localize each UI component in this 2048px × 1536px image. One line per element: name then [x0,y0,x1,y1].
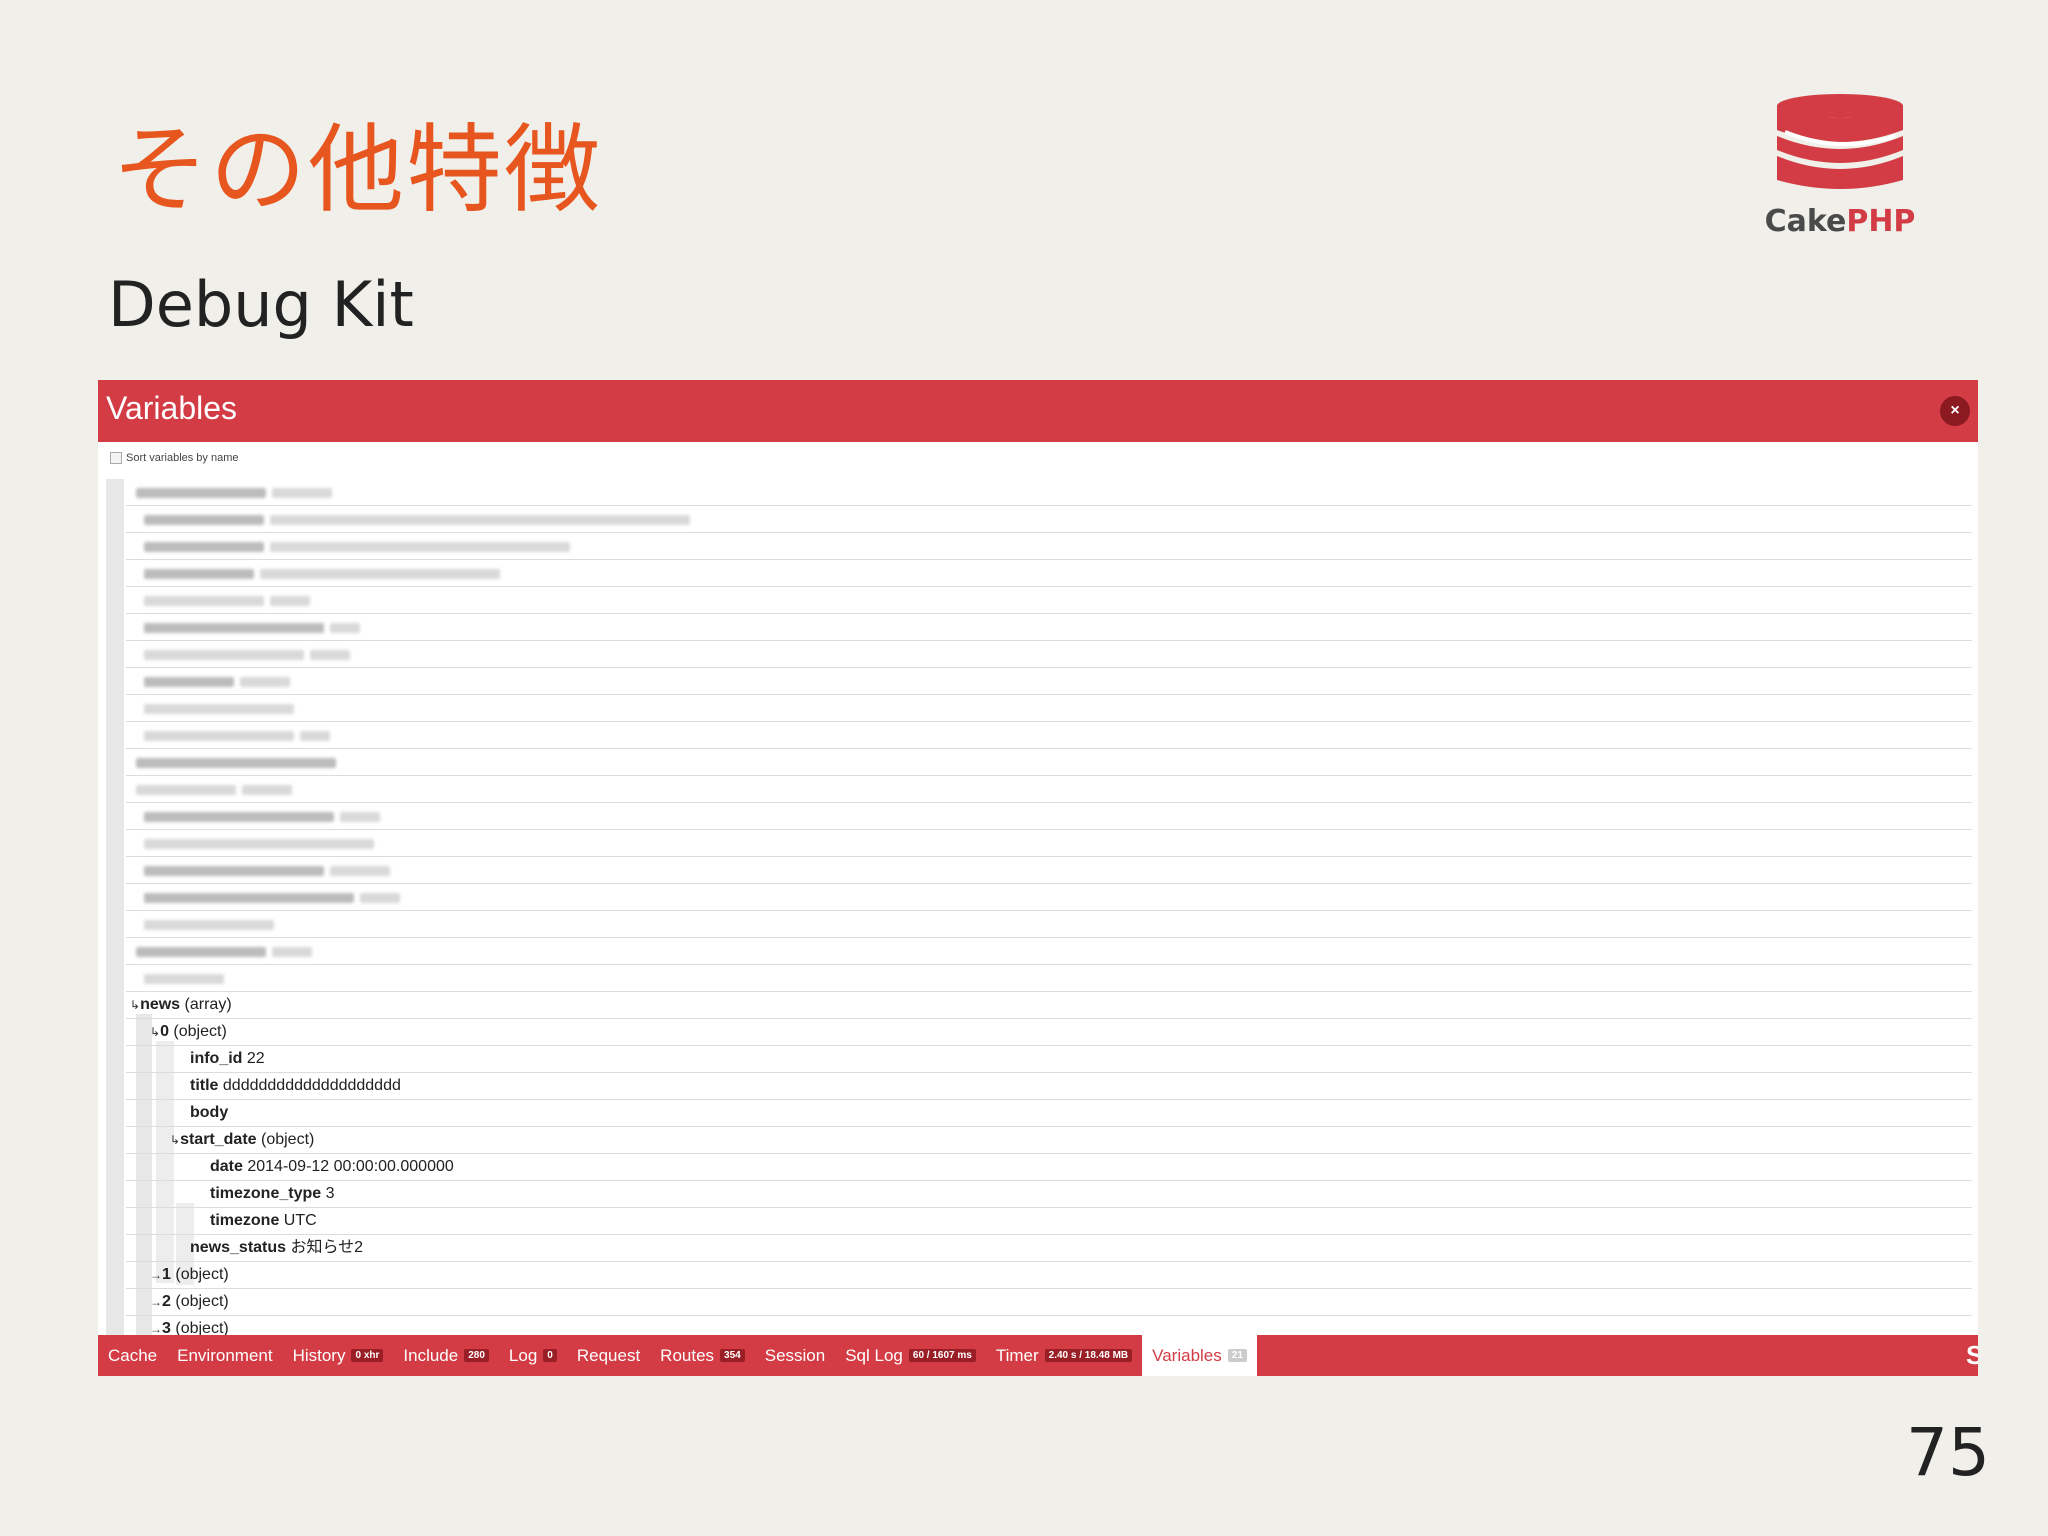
expand-arrow-icon[interactable]: ↳ [126,1025,160,1039]
var-row-timezone-type: timezone_type 3 [126,1181,1972,1208]
timer-badge: 2.40 s / 18.48 MB [1044,1349,1133,1362]
sort-variables-option[interactable]: Sort variables by name [110,450,239,466]
toolbar-item-sql-log[interactable]: Sql Log 60 / 1607 ms [835,1335,986,1376]
var-row-body: body [126,1100,1972,1127]
history-badge: 0 xhr [351,1349,384,1362]
var-row-title: title dddddddddddddddddddd [126,1073,1972,1100]
variables-badge: 21 [1227,1349,1247,1362]
blurred-row [126,857,1972,884]
blurred-row [126,884,1972,911]
var-row-news-status: news_status お知らせ2 [126,1235,1972,1262]
toolbar-item-environment[interactable]: Environment [167,1335,282,1376]
cakephp-logo: CakePHP [1752,92,1928,252]
panel-header: Variables × [98,380,1978,442]
blurred-row [126,560,1972,587]
blurred-row [126,776,1972,803]
blurred-row [126,695,1972,722]
blurred-row [126,668,1972,695]
debugkit-toolbar: Cache Environment History 0 xhr Include 28… [98,1335,1978,1376]
blurred-row [126,506,1972,533]
toolbar-item-session[interactable]: Session [755,1335,835,1376]
blurred-row [126,641,1972,668]
include-badge: 280 [464,1349,489,1362]
debugkit-panel: Variables × Sort variables by name ↳news… [98,380,1978,1376]
blurred-row [126,614,1972,641]
slide-title: その他特徴 [112,114,602,226]
collapsed-arrow-icon[interactable]: → [126,1322,162,1336]
var-row-news-0[interactable]: ↳0 (object) [126,1019,1972,1046]
blurred-row [126,938,1972,965]
logo-text-cake: Cake [1764,204,1847,239]
log-badge: 0 [543,1349,557,1362]
routes-badge: 354 [720,1349,745,1362]
var-row-news[interactable]: ↳news (array) [126,992,1972,1019]
page-number: 75 [1906,1414,1990,1491]
toolbar-item-variables[interactable]: Variables 21 [1142,1335,1257,1376]
var-row-start-date[interactable]: ↳start_date (object) [126,1127,1972,1154]
close-icon[interactable]: × [1940,396,1970,426]
sort-checkbox[interactable] [110,452,122,464]
blurred-row [126,749,1972,776]
blurred-row [126,587,1972,614]
sort-label: Sort variables by name [126,452,239,464]
toolbar-item-routes[interactable]: Routes 354 [650,1335,755,1376]
blurred-row [126,803,1972,830]
var-row-timezone: timezone UTC [126,1208,1972,1235]
toolbar-item-history[interactable]: History 0 xhr [283,1335,394,1376]
slide-subtitle: Debug Kit [108,268,414,341]
blurred-row [126,479,1972,506]
blurred-row [126,722,1972,749]
collapsed-arrow-icon[interactable]: → [126,1295,162,1309]
expand-arrow-icon[interactable]: ↳ [126,1133,180,1147]
toolbar-item-timer[interactable]: Timer 2.40 s / 18.48 MB [986,1335,1142,1376]
variables-tree: ↳news (array) ↳0 (object) info_id 22 tit… [106,479,1972,1343]
toolbar-item-request[interactable]: Request [567,1335,650,1376]
var-row-info-id: info_id 22 [126,1046,1972,1073]
var-row-date: date 2014-09-12 00:00:00.000000 [126,1154,1972,1181]
var-row-news-2[interactable]: →2 (object) [126,1289,1972,1316]
toolbar-item-cache[interactable]: Cache [98,1335,167,1376]
expand-arrow-icon[interactable]: ↳ [126,998,140,1012]
toolbar-item-log[interactable]: Log 0 [499,1335,567,1376]
blurred-row [126,533,1972,560]
toolbar-item-include[interactable]: Include 280 [393,1335,499,1376]
blurred-row [126,965,1972,992]
collapsed-arrow-icon[interactable]: → [126,1268,162,1282]
blurred-row [126,911,1972,938]
cake-icon [1777,94,1903,189]
blurred-row [126,830,1972,857]
sql-log-badge: 60 / 1607 ms [908,1349,976,1362]
panel-title: Variables [106,390,238,426]
logo-text-php: PHP [1846,204,1916,239]
toolbar-end-label[interactable]: S [1966,1335,1978,1376]
var-row-news-1[interactable]: →1 (object) [126,1262,1972,1289]
